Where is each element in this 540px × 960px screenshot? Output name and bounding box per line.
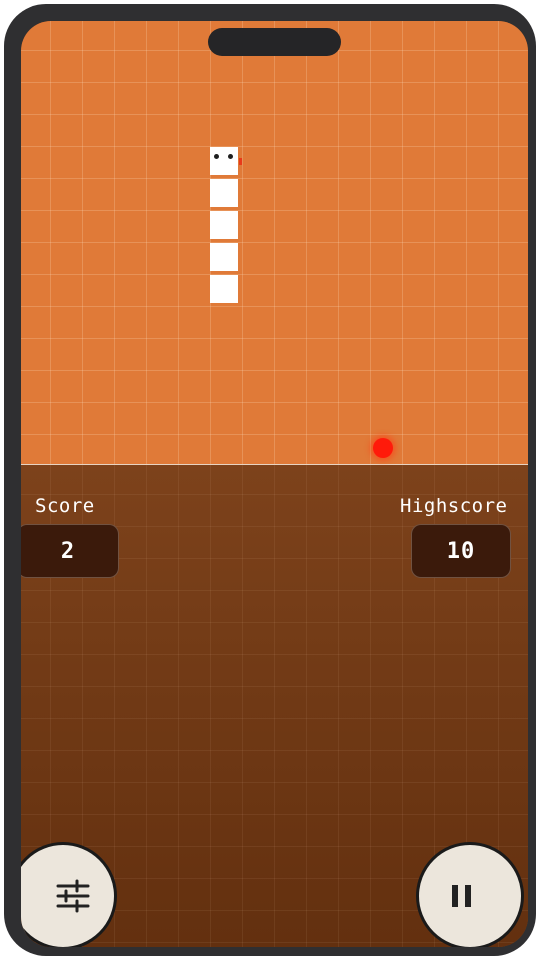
pause-button[interactable]	[416, 842, 524, 947]
score-value: 2	[21, 524, 119, 578]
pause-icon	[449, 883, 475, 909]
highscore-value: 10	[411, 524, 511, 578]
snake-tongue	[239, 158, 242, 165]
snake-body-segment	[210, 179, 238, 207]
game-screen: Score 2 Highscore 10	[21, 21, 528, 947]
sliders-icon	[56, 879, 90, 913]
score-label: Score	[35, 495, 95, 517]
snake-head	[210, 147, 238, 175]
phone-notch	[208, 28, 341, 56]
phone-frame: Score 2 Highscore 10	[4, 4, 536, 956]
snake-eye-right	[228, 154, 233, 159]
snake-body-segment	[210, 275, 238, 303]
snake-body-segment	[210, 211, 238, 239]
game-board[interactable]	[21, 21, 528, 464]
highscore-label: Highscore	[400, 495, 508, 517]
snake-body-segment	[210, 243, 238, 271]
snake-eye-left	[214, 154, 219, 159]
food-dot	[373, 438, 393, 458]
